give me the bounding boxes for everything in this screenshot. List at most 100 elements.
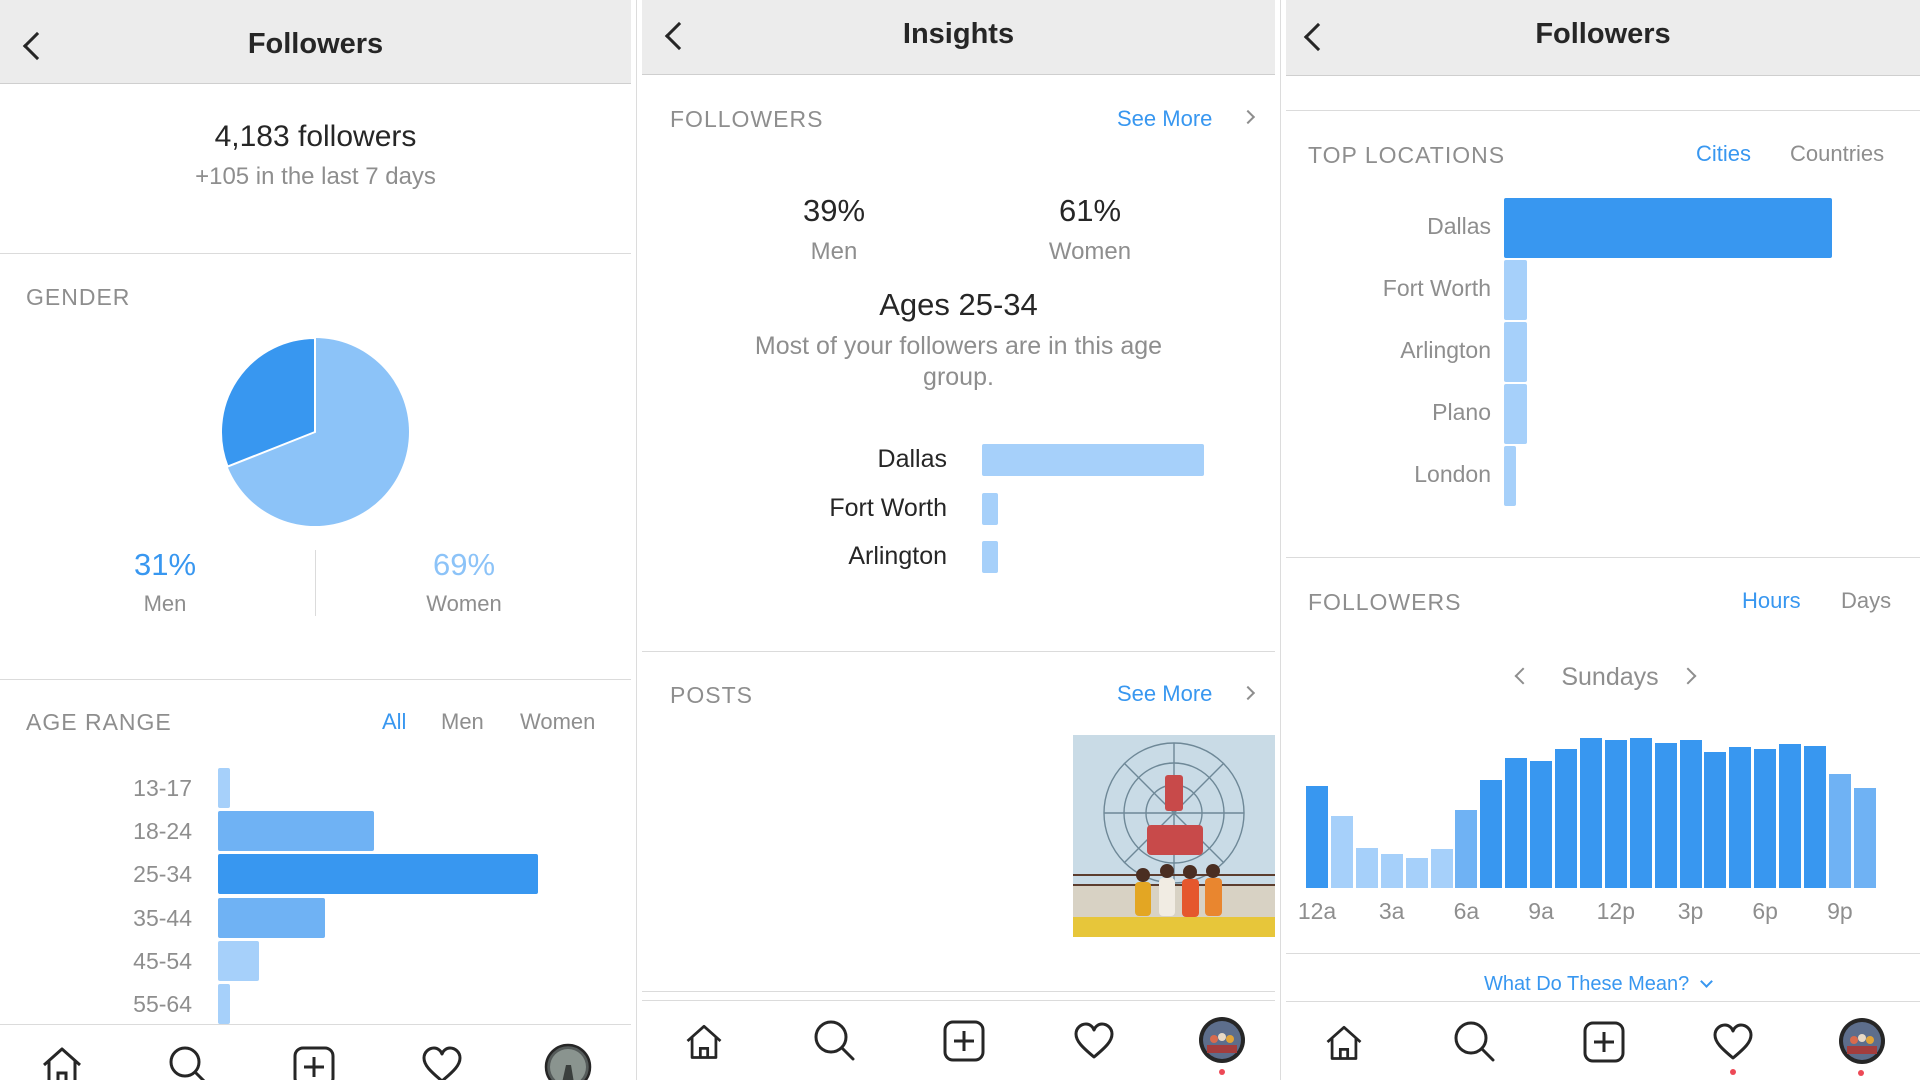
hour-bar: [1629, 738, 1652, 888]
hour-tick-label: 9a: [1528, 898, 1554, 924]
tab-countries[interactable]: Countries: [1790, 141, 1884, 167]
hour-tick-label: 9p: [1827, 898, 1853, 924]
help-link-label: What Do These Mean?: [1484, 973, 1690, 995]
new-post-icon[interactable]: [292, 1045, 336, 1080]
hour-bar: [1505, 757, 1528, 888]
followers-see-more-link[interactable]: See More: [1117, 106, 1212, 132]
men-label: Men: [810, 238, 858, 265]
follower-count: 4,183 followers: [214, 120, 417, 153]
profile-avatar[interactable]: [1197, 1015, 1247, 1065]
followers-activity-heading: FOLLOWERS: [1308, 589, 1462, 615]
notification-dot: [1730, 1069, 1736, 1075]
help-link[interactable]: What Do These Mean?: [1484, 973, 1713, 996]
age-range-label: 35-44: [133, 904, 192, 931]
location-bar: [1504, 446, 1516, 506]
hour-tick-label: 12p: [1596, 898, 1635, 924]
hour-bar: [1455, 810, 1478, 888]
posts-heading: POSTS: [670, 682, 753, 708]
hour-bar: [1380, 853, 1403, 888]
age-range-label: 13-17: [133, 775, 192, 801]
notification-dot: [1219, 1069, 1225, 1075]
location-label: Plano: [1432, 399, 1491, 425]
home-icon[interactable]: [38, 1045, 86, 1080]
tab-hours[interactable]: Hours: [1742, 588, 1801, 614]
tab-cities[interactable]: Cities: [1696, 141, 1751, 167]
hour-tick-label: 6p: [1752, 898, 1778, 924]
divider: [636, 0, 637, 1080]
divider: [0, 679, 631, 680]
profile-avatar[interactable]: [544, 1043, 592, 1080]
hour-bar: [1779, 744, 1802, 888]
activity-heart-icon[interactable]: [1711, 1022, 1755, 1062]
activity-heart-icon[interactable]: [1072, 1021, 1116, 1061]
location-label: London: [1414, 461, 1491, 487]
women-label: Women: [1048, 238, 1132, 265]
notification-dot: [1858, 1070, 1864, 1076]
weekly-change: +105 in the last 7 days: [195, 163, 436, 190]
chevron-right-icon[interactable]: [1240, 685, 1256, 701]
age-range-bar: [218, 811, 374, 852]
new-post-icon[interactable]: [1582, 1020, 1626, 1064]
hour-bar: [1355, 847, 1378, 888]
hour-bar: [1330, 816, 1353, 888]
divider: [642, 991, 1275, 992]
women-percentage: 69%: [432, 547, 496, 582]
gender-pie-chart: [220, 336, 409, 526]
top-locations-heading: TOP LOCATIONS: [1308, 142, 1506, 168]
search-icon[interactable]: [166, 1045, 210, 1080]
nav-bar: Followers: [1286, 0, 1920, 76]
followers-heading: FOLLOWERS: [670, 106, 824, 132]
nav-bar: Insights: [642, 0, 1275, 75]
city-label: Arlington: [848, 542, 947, 570]
tab-bar: [0, 1024, 631, 1080]
hour-bar: [1604, 739, 1627, 888]
age-filter-all[interactable]: All: [382, 709, 406, 735]
home-icon[interactable]: [1322, 1022, 1366, 1062]
search-icon[interactable]: [812, 1019, 856, 1061]
age-range-label: 18-24: [133, 818, 192, 845]
search-icon[interactable]: [1452, 1020, 1496, 1062]
hour-tick-label: 3p: [1677, 898, 1704, 924]
post-thumbnail[interactable]: [1073, 735, 1275, 937]
chevron-down-icon: [1699, 975, 1713, 988]
women-label: Women: [426, 591, 502, 616]
home-icon[interactable]: [682, 1021, 726, 1061]
location-bar: [1504, 322, 1527, 382]
hour-bar: [1405, 858, 1428, 888]
day-selector-label: Sundays: [1561, 663, 1659, 691]
age-range-label: 45-54: [133, 947, 192, 974]
previous-day-icon[interactable]: [1514, 667, 1532, 685]
chevron-right-icon[interactable]: [1240, 109, 1256, 125]
posts-see-more-link[interactable]: See More: [1117, 681, 1212, 707]
new-post-icon[interactable]: [942, 1019, 986, 1063]
page-title: Followers: [247, 28, 384, 60]
age-filter-men[interactable]: Men: [441, 709, 484, 735]
age-range-bar: [218, 768, 231, 808]
hour-bar: [1480, 780, 1503, 888]
age-range-bar: [218, 854, 538, 895]
profile-avatar[interactable]: [1837, 1016, 1887, 1066]
city-bar: [982, 541, 998, 573]
followers-screen: Followers 4,183 followers +105 in the la…: [0, 0, 631, 1080]
page-title: Insights: [902, 18, 1015, 50]
divider: [0, 253, 631, 254]
women-percentage: 61%: [1058, 193, 1122, 228]
age-filter-women[interactable]: Women: [520, 709, 595, 735]
hour-bar: [1754, 748, 1777, 888]
location-bar: [1504, 384, 1527, 444]
activity-heart-icon[interactable]: [420, 1045, 464, 1080]
city-label: Fort Worth: [829, 493, 947, 522]
divider: [1286, 110, 1920, 111]
tab-days[interactable]: Days: [1841, 588, 1891, 614]
divider: [1280, 0, 1281, 1080]
tab-bar: [642, 1000, 1275, 1080]
hour-bar: [1530, 760, 1553, 888]
men-percentage: 39%: [802, 193, 866, 228]
hour-bar: [1306, 786, 1328, 888]
hour-bar: [1853, 787, 1876, 888]
city-bar: [982, 444, 1204, 476]
locations-screen: Followers TOP LOCATIONS Cities Countries…: [1286, 0, 1920, 1080]
divider: [1286, 557, 1920, 558]
gender-heading: GENDER: [26, 284, 131, 310]
hour-bar: [1704, 751, 1727, 888]
